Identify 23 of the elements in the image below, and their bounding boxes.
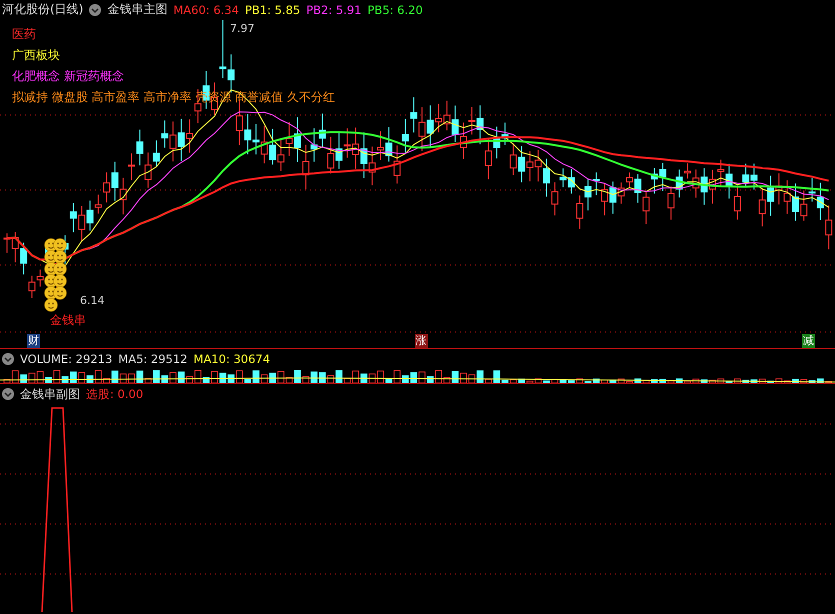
concept-tag: 广西板块 [12,46,60,63]
low-price-label: 6.14 [80,294,104,307]
dropdown-icon[interactable] [89,4,102,16]
sub-chart-title[interactable]: 金钱串副图 [20,386,80,402]
concept-tag: 医药 [12,26,36,42]
signal-label: 金钱串 [50,312,86,329]
indicator-reading: PB2: 5.91 [306,2,362,17]
indicator-reading: PB1: 5.85 [244,2,300,17]
volume-reading: MA10: 30674 [194,352,270,366]
sub-chart-reading: 选股: 0.00 [86,386,144,402]
event-marker[interactable]: 财 [27,334,40,348]
volume-reading: VOLUME: 29213 [20,352,112,366]
indicator-reading: MA60: 6.34 [173,2,239,17]
volume-reading: MA5: 29512 [118,352,188,366]
event-marker[interactable]: 涨 [414,334,428,348]
stock-title: 河化股份(日线) [2,1,84,18]
high-price-label: 7.97 [230,22,254,35]
indicator-name[interactable]: 金钱串主图 [107,1,168,18]
indicator-reading: PB5: 6.20 [368,2,423,17]
concept-tag: 化肥概念 新冠药概念 [12,68,124,84]
dropdown-icon[interactable] [2,353,14,365]
dropdown-icon[interactable] [2,388,14,400]
event-marker[interactable]: 减 [802,334,815,348]
